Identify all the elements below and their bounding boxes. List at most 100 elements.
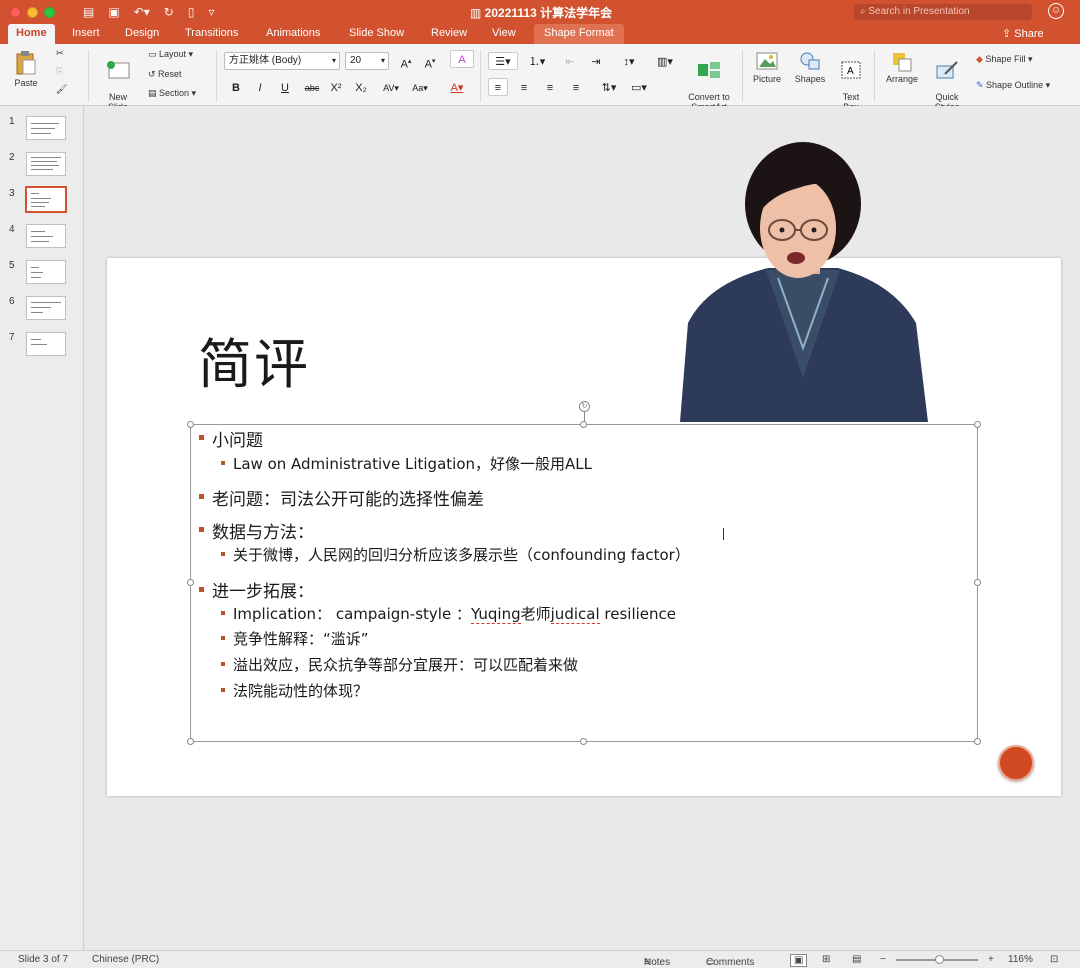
increase-indent-icon[interactable]: ⇥ (586, 52, 606, 70)
tab-shape-format[interactable]: Shape Format (534, 24, 624, 44)
bullet-subitem[interactable]: 法院能动性的体现？ (233, 680, 368, 701)
decrease-indent-icon[interactable]: ⇤ (560, 52, 580, 70)
save-icon[interactable]: ▣ (108, 5, 119, 19)
superscript-button[interactable]: X² (326, 78, 346, 96)
tab-animations[interactable]: Animations (266, 27, 320, 39)
picture-button[interactable]: Picture (750, 50, 784, 84)
zoom-slider-thumb[interactable] (935, 955, 944, 964)
zoom-out-icon[interactable]: − (880, 954, 886, 965)
align-center-icon[interactable]: ≡ (514, 78, 534, 96)
resize-handle[interactable] (187, 421, 194, 428)
line-spacing-icon[interactable]: ↕▾ (614, 52, 644, 70)
align-right-icon[interactable]: ≡ (540, 78, 560, 96)
text-direction-icon[interactable]: ⇅▾ (596, 78, 622, 96)
change-case-icon[interactable]: Aa▾ (407, 78, 433, 96)
language-indicator[interactable]: Chinese (PRC) (92, 954, 159, 965)
reset-button[interactable]: ↺ Reset (148, 69, 182, 80)
bullets-icon[interactable]: ☰▾ (488, 52, 518, 70)
share-button[interactable]: ⇪ Share (1002, 27, 1044, 40)
tab-transitions[interactable]: Transitions (185, 27, 238, 39)
slide-thumbnail-3[interactable] (25, 186, 67, 213)
font-size-select[interactable]: 20 ▾ (345, 52, 389, 70)
new-document-icon[interactable]: ▯ (188, 5, 195, 19)
text-box-button[interactable]: A Text Box (836, 50, 866, 112)
sidebar-toggle-icon[interactable]: ▤ (83, 5, 94, 19)
slide-thumbnail-1[interactable] (26, 116, 66, 140)
shrink-font-icon[interactable]: A▾ (420, 52, 440, 71)
subscript-button[interactable]: X₂ (351, 78, 371, 96)
underline-button[interactable]: U (275, 78, 295, 96)
bold-button[interactable]: B (226, 78, 246, 96)
tab-insert[interactable]: Insert (72, 27, 100, 39)
tab-home[interactable]: Home (8, 24, 55, 44)
slide-thumbnail-7[interactable] (26, 332, 66, 356)
justify-icon[interactable]: ≡ (566, 78, 586, 96)
search-input[interactable]: ⌕ Search in Presentation (854, 4, 1032, 20)
grow-font-icon[interactable]: A▴ (396, 52, 416, 71)
floating-record-button[interactable] (998, 745, 1034, 781)
convert-to-smartart-button[interactable]: Convert to SmartArt (684, 50, 734, 112)
zoom-level[interactable]: 116% (1008, 954, 1033, 965)
undo-icon[interactable]: ↶▾ (134, 5, 150, 19)
slide-sorter-icon[interactable]: ⊞ (822, 954, 830, 965)
cut-icon[interactable]: ✂ (56, 48, 64, 59)
strikethrough-button[interactable]: abc (300, 78, 324, 96)
resize-handle[interactable] (580, 421, 587, 428)
bullet-subitem[interactable]: Law on Administrative Litigation，好像一般用AL… (233, 453, 592, 474)
slide-thumbnail-6[interactable] (26, 296, 66, 320)
redo-icon[interactable]: ↻ (164, 5, 174, 19)
bullet-subitem[interactable]: 溢出效应，民众抗争等部分宜展开：可以匹配着来做 (233, 654, 578, 675)
tab-view[interactable]: View (492, 27, 516, 39)
resize-handle[interactable] (974, 421, 981, 428)
numbering-icon[interactable]: ⒈▾ (522, 52, 552, 70)
normal-view-icon[interactable]: ▣ (790, 954, 808, 967)
columns-icon[interactable]: ▥▾ (650, 52, 680, 70)
quick-styles-button[interactable]: Quick Styles (928, 50, 966, 112)
resize-handle[interactable] (580, 738, 587, 745)
tab-review[interactable]: Review (431, 27, 467, 39)
arrange-button[interactable]: Arrange (882, 50, 922, 84)
shape-fill-button[interactable]: ◆ Shape Fill ▾ (976, 54, 1032, 65)
slide-title[interactable]: 简评 (198, 320, 310, 399)
layout-button[interactable]: ▭ Layout ▾ (148, 49, 193, 60)
slide-thumbnail-2[interactable] (26, 152, 66, 176)
zoom-in-icon[interactable]: + (988, 954, 994, 965)
new-slide-button[interactable]: New Slide (100, 50, 136, 112)
feedback-smiley-icon[interactable]: ☺ (1048, 3, 1064, 19)
fit-to-window-icon[interactable]: ⊡ (1050, 954, 1058, 965)
align-left-icon[interactable]: ≡ (488, 78, 508, 96)
bullet-item[interactable]: 老问题：司法公开可能的选择性偏差 (212, 485, 484, 510)
bullet-item[interactable]: 小问题 (212, 426, 263, 451)
resize-handle[interactable] (974, 579, 981, 586)
clear-formatting-icon[interactable]: A (450, 50, 474, 68)
align-text-icon[interactable]: ▭▾ (626, 78, 652, 96)
italic-button[interactable]: I (250, 78, 270, 96)
shapes-button[interactable]: Shapes (792, 50, 828, 84)
slide-thumbnail-4[interactable] (26, 224, 66, 248)
reading-view-icon[interactable]: ▤ (852, 954, 861, 965)
tab-design[interactable]: Design (125, 27, 159, 39)
close-window-button[interactable] (10, 6, 21, 18)
resize-handle[interactable] (974, 738, 981, 745)
bullet-item[interactable]: 数据与方法： (212, 518, 314, 543)
bullet-subitem[interactable]: 竞争性解释：“滥诉” (233, 628, 369, 649)
font-color-icon[interactable]: A▾ (444, 78, 470, 96)
copy-icon[interactable]: ⎘ (56, 66, 63, 77)
font-name-select[interactable]: 方正姚体 (Body) ▾ (224, 52, 340, 70)
bullet-subitem[interactable]: 关于微博，人民网的回归分析应该多展示些（confounding factor） (233, 544, 690, 565)
resize-handle[interactable] (187, 579, 194, 586)
section-button[interactable]: ▤ Section ▾ (148, 88, 196, 99)
resize-handle[interactable] (187, 738, 194, 745)
format-painter-icon[interactable]: 🖌 (56, 84, 67, 95)
bullet-item[interactable]: 进一步拓展： (212, 577, 314, 602)
paste-button[interactable]: Paste (8, 50, 44, 88)
character-spacing-icon[interactable]: AV▾ (378, 78, 404, 96)
minimize-window-button[interactable] (27, 6, 38, 18)
slide-thumbnail-5[interactable] (26, 260, 66, 284)
bullet-subitem[interactable]: Implication： campaign-style ：Yuqing老师jud… (233, 603, 676, 624)
maximize-window-button[interactable] (44, 6, 55, 18)
tab-slide-show[interactable]: Slide Show (349, 27, 404, 39)
shape-outline-button[interactable]: ✎ Shape Outline ▾ (976, 80, 1050, 91)
rotate-handle-icon[interactable]: ↻ (579, 401, 590, 412)
customize-toolbar-icon[interactable]: ▿ (208, 5, 214, 19)
